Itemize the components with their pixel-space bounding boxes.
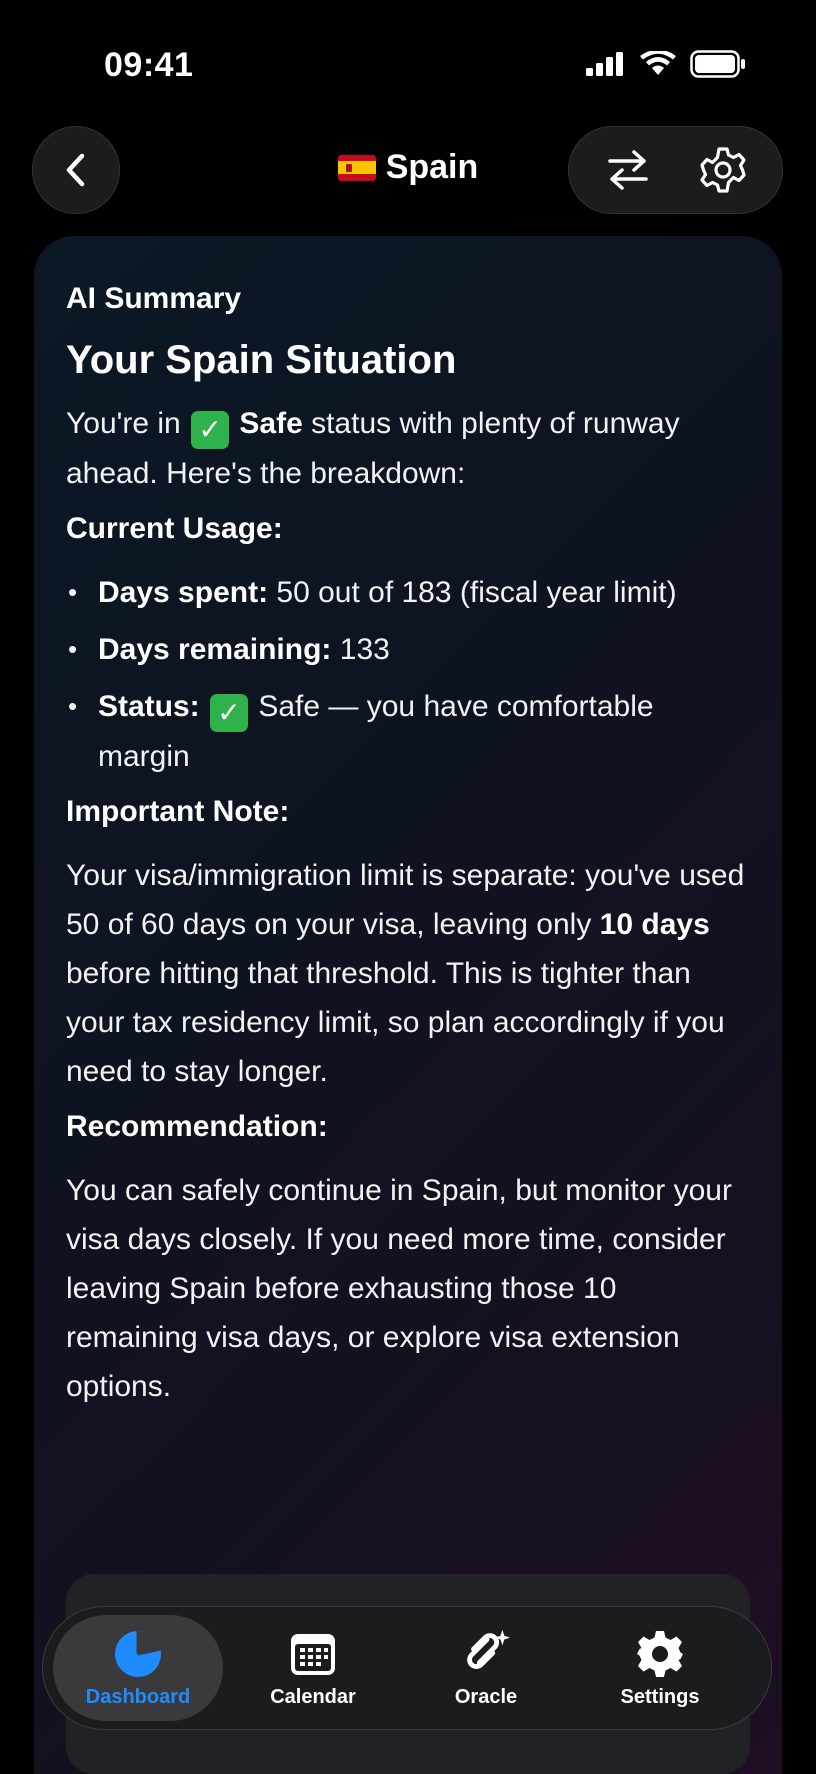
recommendation-text: You can safely continue in Spain, but mo… (66, 1174, 732, 1403)
list-item: Days remaining: 133 (66, 625, 746, 674)
tab-label: Calendar (270, 1685, 356, 1708)
note-heading: Important Note: (66, 795, 290, 828)
swap-button[interactable] (596, 138, 660, 202)
swap-arrows-icon (608, 150, 648, 190)
oracle-sparkle-icon (460, 1628, 512, 1680)
tab-oracle[interactable]: Oracle (401, 1615, 571, 1721)
gear-icon (634, 1628, 686, 1680)
check-mark-icon: ✓ (191, 411, 230, 449)
header-actions (568, 126, 783, 214)
status-icons (586, 50, 746, 78)
tab-bar: Dashboard Calendar Oracle Settings (42, 1606, 772, 1730)
wifi-icon (640, 51, 676, 75)
check-mark-icon: ✓ (210, 694, 249, 732)
tab-label: Dashboard (85, 1685, 191, 1708)
gear-icon (700, 147, 746, 193)
tab-dashboard[interactable]: Dashboard (53, 1615, 223, 1721)
calendar-icon (287, 1628, 339, 1680)
tab-calendar[interactable]: Calendar (228, 1615, 398, 1721)
recommendation-heading: Recommendation: (66, 1110, 328, 1143)
ai-summary-card: AI Summary Your Spain Situation You're i… (34, 236, 782, 1774)
card-label: AI Summary (66, 282, 242, 315)
battery-icon (690, 50, 745, 78)
list-item: Status: ✓ Safe — you have comfortable ma… (66, 682, 746, 781)
usage-heading: Current Usage: (66, 512, 283, 545)
list-item: Days spent: 50 out of 183 (fiscal year l… (66, 568, 746, 617)
settings-button[interactable] (691, 138, 755, 202)
status-bar: 09:41 (0, 0, 816, 130)
page-title-text: Spain (385, 148, 479, 186)
tab-settings[interactable]: Settings (575, 1615, 745, 1721)
pie-chart-icon (112, 1628, 164, 1680)
summary-heading: Your Spain Situation (66, 338, 457, 382)
status-time: 09:41 (104, 46, 194, 84)
usage-list: Days spent: 50 out of 183 (fiscal year l… (66, 568, 746, 781)
tab-label: Settings (620, 1685, 700, 1708)
summary-intro: You're in ✓ Safe status with plenty of r… (66, 407, 680, 490)
safe-status-word: Safe (239, 407, 303, 440)
tab-label: Oracle (454, 1685, 518, 1708)
cellular-signal-icon (586, 52, 623, 76)
spain-flag-icon (337, 154, 376, 181)
note-text: Your visa/immigration limit is separate:… (66, 859, 745, 1088)
